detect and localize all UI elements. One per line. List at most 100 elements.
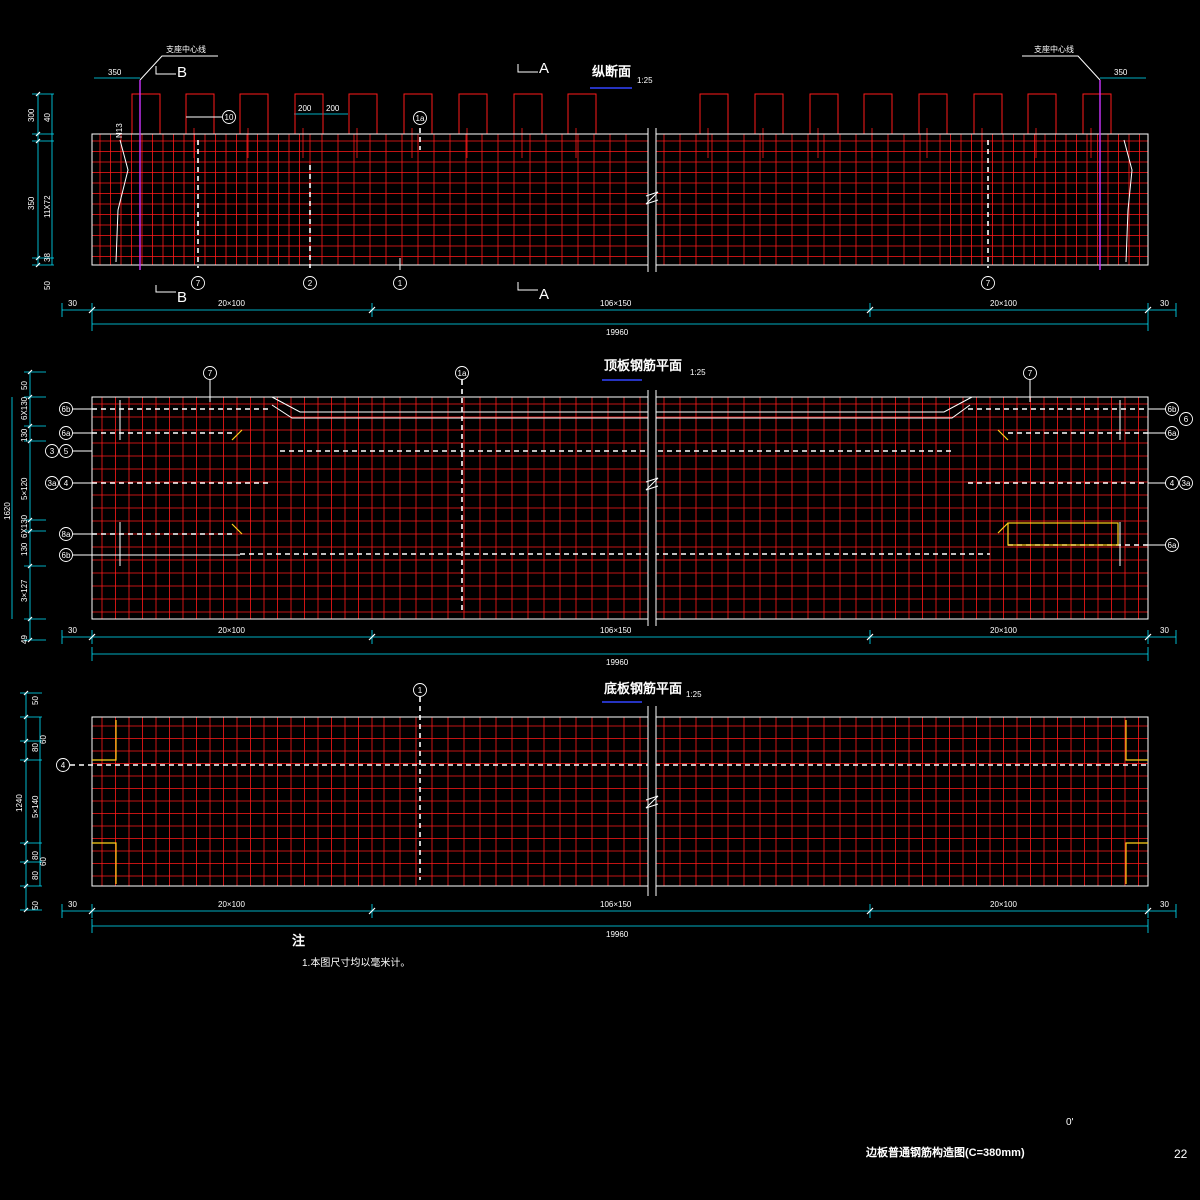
svg-text:6b: 6b (62, 551, 71, 560)
section1-scale: 1:25 (637, 76, 653, 85)
marker-10: 10 (222, 110, 236, 124)
s1-hdims-label-4: 30 (1160, 299, 1169, 308)
svg-text:3a: 3a (48, 479, 57, 488)
svg-text:6a: 6a (1168, 429, 1177, 438)
dim-350-left: 350 (108, 68, 122, 77)
svg-text:5: 5 (64, 447, 69, 456)
s3-vdim-50-bottom: 50 (31, 901, 40, 910)
vdim-40: 40 (43, 113, 52, 122)
svg-text:6a: 6a (62, 429, 71, 438)
support-left-label: 支座中心线 (166, 44, 206, 54)
label-left-3: 3 (45, 444, 59, 458)
label-left-8a: 8a (59, 527, 73, 541)
footer: 0' 边板普通钢筋构造图(C=380mm) 22 (865, 1117, 1188, 1161)
s2-hdims-total-label: 19960 (606, 658, 629, 667)
label-left-6a: 6a (59, 426, 73, 440)
stirrup-loop-1 (185, 93, 215, 134)
stirrup-loop-0 (131, 93, 161, 134)
stirrup-loop-9 (699, 93, 729, 134)
cut-label-b-bottom: B (177, 289, 187, 306)
section2-break-mark (645, 390, 659, 626)
cut-mark-a-top (517, 64, 538, 73)
section3-grid-lines (92, 717, 1148, 886)
dim-200a: 200 (298, 104, 312, 113)
stirrup-loop-4 (348, 93, 378, 134)
s2-hdims-label-4: 30 (1160, 626, 1169, 635)
section3-title: 底板钢筋平面 (604, 681, 682, 696)
label-right-6a-bottom: 6a (1165, 538, 1179, 552)
label-left-5: 5 (59, 444, 73, 458)
cut-label-a-top: A (539, 60, 549, 77)
label-right-6b: 6b (1165, 402, 1179, 416)
marker-7-top-left: 7 (203, 366, 217, 380)
marker-2: 2 (303, 276, 317, 290)
s3-hdims-label-1: 20×100 (218, 900, 245, 909)
section2-scale: 1:25 (690, 368, 706, 377)
label-right-4: 4 (1165, 476, 1179, 490)
s2-vdim-50: 50 (20, 381, 29, 390)
s3-hdims-label-4: 30 (1160, 900, 1169, 909)
stirrup-loop-7 (513, 93, 543, 134)
s2-hdims-label-3: 20×100 (990, 626, 1017, 635)
label-n13: N13 (115, 123, 124, 138)
cut-mark-a-bottom (517, 282, 538, 291)
section1-outline (91, 133, 1149, 266)
svg-text:6b: 6b (1168, 405, 1177, 414)
cut-label-a-bottom: A (539, 286, 549, 303)
section2-rebar-grid (92, 397, 1148, 619)
vdim-38: 38 (43, 253, 52, 262)
s2-vdim-6x130a: 6X130 (20, 396, 29, 420)
stirrup-loop-11 (809, 93, 839, 134)
vdim-11x72: 11X72 (43, 195, 52, 218)
s3-hdims-label-0: 30 (68, 900, 77, 909)
svg-text:7: 7 (1028, 369, 1033, 378)
stirrup-loop-16 (1082, 93, 1112, 134)
svg-text:8a: 8a (62, 530, 71, 539)
label-left-3a: 3a (45, 476, 59, 490)
marker-1a: 1a (413, 111, 427, 125)
svg-text:7: 7 (208, 369, 213, 378)
svg-text:6b: 6b (62, 405, 71, 414)
s3-hdims-label-2: 106×150 (600, 900, 632, 909)
svg-text:6a: 6a (1168, 541, 1177, 550)
label-left-4-bottom: 4 (56, 758, 70, 772)
stirrup-loop-10 (754, 93, 784, 134)
cut-mark-b-bottom (155, 285, 176, 293)
svg-text:7: 7 (196, 279, 201, 288)
svg-text:1: 1 (398, 279, 403, 288)
section3-rebar-grid (92, 717, 1148, 886)
stirrup-loop-2 (239, 93, 269, 134)
section3-scale: 1:25 (686, 690, 702, 699)
label-right-6a: 6a (1165, 426, 1179, 440)
drawing-title: 边板普通钢筋构造图(C=380mm) (865, 1145, 1025, 1159)
stirrup-loop-8 (567, 93, 597, 134)
marker-7-left: 7 (191, 276, 205, 290)
marker-7-right: 7 (981, 276, 995, 290)
section2-title: 顶板钢筋平面 (604, 358, 682, 373)
s3-vdim-50-top: 50 (31, 696, 40, 705)
label-right-3a: 3a (1179, 476, 1193, 490)
s3-hdims-label-3: 20×100 (990, 900, 1017, 909)
label-left-6b-bottom: 6b (59, 548, 73, 562)
cut-label-b-top: B (177, 64, 187, 81)
section1-break-mark (645, 128, 659, 272)
drawing-canvas: 纵断面 1:25 支座中心线 支座中心线 350 350 200 200 B B… (3, 44, 1193, 1161)
s3-vdim-80c: 80 (31, 871, 40, 880)
s1-hdims-total-label: 19960 (606, 328, 629, 337)
support-right-leader (1022, 55, 1101, 81)
s3-vdim-1240: 1240 (15, 794, 24, 812)
stirrup-loop-12 (863, 93, 893, 134)
s3-hdims-total-label: 19960 (606, 930, 629, 939)
section1-title: 纵断面 (592, 64, 631, 79)
bar-6a-bottom-bend-right (997, 522, 1009, 534)
s2-hdims-label-1: 20×100 (218, 626, 245, 635)
marker-1: 1 (393, 276, 407, 290)
marker-1a-top: 1a (455, 366, 469, 380)
svg-text:2: 2 (308, 279, 313, 288)
svg-text:1a: 1a (458, 369, 467, 378)
section-top-slab: 顶板钢筋平面 1:25 7 1a 7 6b 6a 3 5 3a 4 8a 6b … (3, 358, 1193, 667)
s1-hdims-label-2: 106×150 (600, 299, 632, 308)
cut-mark-b-top (155, 66, 176, 75)
top-slab-chamfer-outer (271, 396, 973, 413)
section2-grid-lines (92, 397, 1148, 619)
